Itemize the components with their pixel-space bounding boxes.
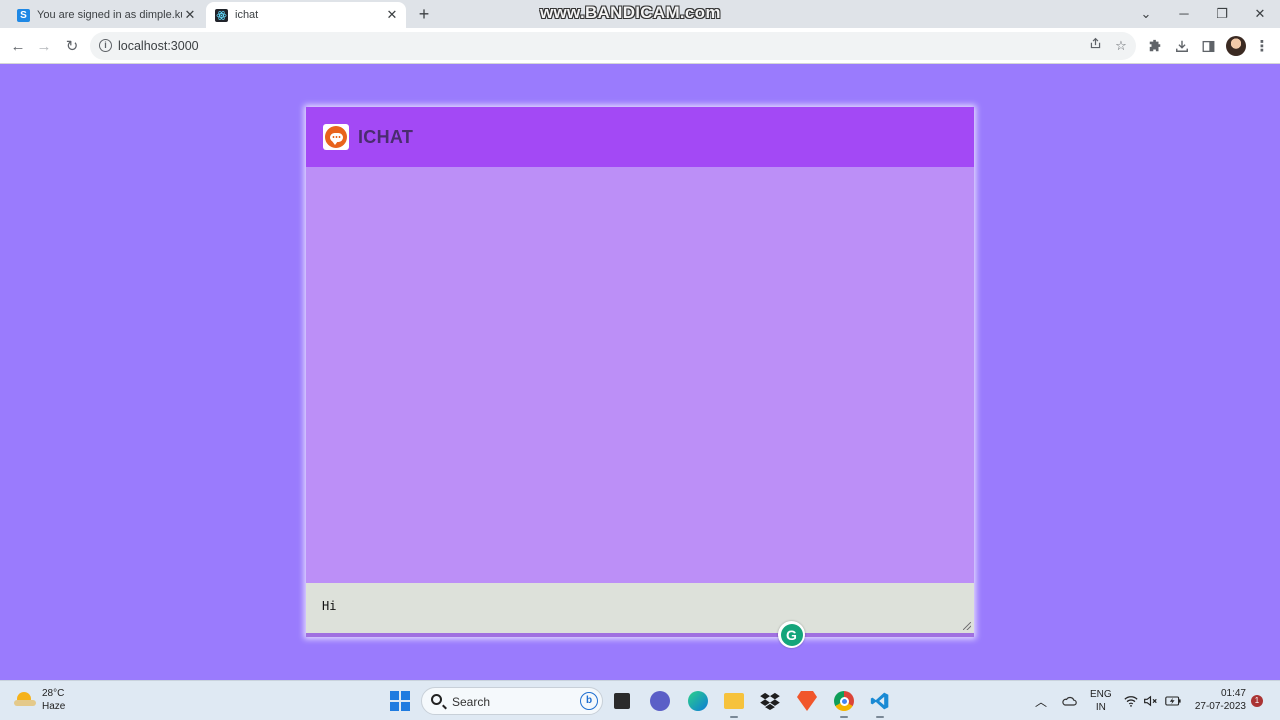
message-input-bar: Hi [306,583,974,633]
taskbar-app-brave[interactable] [795,689,819,713]
onedrive-tray[interactable] [1061,681,1077,720]
system-clock[interactable]: 01:47 27-07-2023 [1190,687,1246,713]
clock-time: 01:47 [1220,688,1246,699]
back-button[interactable]: ← [8,36,28,56]
react-icon [215,8,228,22]
weather-widget[interactable]: 28°C Haze [14,687,65,713]
clock-date: 27-07-2023 [1194,701,1246,712]
tray-overflow[interactable]: ︿ [1035,681,1047,720]
taskbar-app-files-dark[interactable] [610,689,634,713]
close-icon[interactable]: ✕ [182,7,198,23]
profile-avatar[interactable] [1226,36,1246,56]
speaker-muted-icon [1144,695,1157,707]
site-s-icon: S [17,8,30,22]
new-tab-button[interactable]: + [414,5,434,25]
bing-icon[interactable]: b [580,692,598,710]
weather-temp: 28°C [42,688,65,699]
extensions-icon[interactable] [1145,36,1165,56]
browser-toolbar: ← → ↻ i localhost:3000 ☆ ⋮ [0,28,1280,64]
battery-tray[interactable] [1165,681,1181,720]
menu-icon[interactable]: ⋮ [1252,36,1272,56]
taskbar: 28°C Haze Search b ︿ ENG IN 01:47 27-07-… [0,680,1280,720]
site-info-icon[interactable]: i [99,39,112,52]
bandicam-watermark: www.BANDICAM.com [540,3,721,22]
taskbar-search[interactable]: Search b [421,687,603,715]
sidepanel-icon[interactable] [1198,36,1218,56]
taskbar-app-chrome[interactable] [832,689,856,718]
taskbar-app-vscode[interactable] [868,689,892,718]
notification-badge[interactable]: 1 [1251,695,1263,707]
language-indicator[interactable]: ENG IN [1090,681,1112,720]
edge-icon [688,691,708,711]
volume-tray[interactable] [1143,681,1158,720]
download-icon[interactable] [1172,36,1192,56]
battery-charging-icon [1165,696,1181,706]
grammarly-icon: G [780,623,803,646]
chevron-up-icon: ︿ [1035,694,1048,709]
message-input[interactable]: Hi [306,583,974,633]
search-label: Search [452,695,491,709]
maximize-button[interactable]: ❐ [1212,4,1232,24]
app-title: ICHAT [358,126,414,147]
folder-icon [724,693,744,709]
forward-button[interactable]: → [34,36,54,56]
dropbox-icon [760,692,780,710]
taskbar-app-edge[interactable] [686,689,710,713]
tab-title: You are signed in as dimple.kuma [37,9,182,21]
meet-icon [650,691,670,711]
chat-logo-icon [323,124,349,150]
windows-icon [390,691,410,711]
cloud-icon [1062,696,1077,706]
taskbar-app-explorer[interactable] [722,689,746,718]
browser-tab-strip: S You are signed in as dimple.kuma ✕ ich… [0,0,1280,28]
share-icon[interactable] [1086,37,1104,55]
brave-icon [797,691,817,711]
network-tray[interactable] [1124,681,1138,720]
star-icon[interactable]: ☆ [1112,37,1130,55]
window-close-button[interactable]: ✕ [1250,4,1270,24]
lang-line1: ENG [1090,689,1112,700]
app-window-icon [614,693,630,709]
address-bar[interactable]: i localhost:3000 ☆ [90,32,1136,60]
message-area [306,167,974,583]
resize-handle-icon[interactable] [963,622,971,630]
tab-search-button[interactable]: ⌄ [1136,4,1156,24]
weather-condition: Haze [42,701,66,712]
weather-haze-icon [14,692,36,708]
taskbar-app-dropbox[interactable] [758,689,782,713]
vscode-icon [870,692,889,710]
tab-signed-in[interactable]: S You are signed in as dimple.kuma ✕ [8,2,204,28]
lang-line2: IN [1095,702,1106,713]
chat-bottom-border [306,633,974,637]
start-button[interactable] [388,689,412,713]
tab-ichat[interactable]: ichat ✕ [206,2,406,28]
reload-button[interactable]: ↻ [62,36,82,56]
grammarly-button[interactable]: G [778,621,805,648]
taskbar-app-meet[interactable] [648,689,672,713]
wifi-icon [1124,696,1138,707]
tab-title: ichat [235,9,259,21]
address-url[interactable]: localhost:3000 [118,39,199,53]
close-icon[interactable]: ✕ [384,7,400,23]
search-icon [431,694,442,705]
chat-header: ICHAT [306,107,974,167]
minimize-button[interactable]: ─ [1174,4,1194,24]
chrome-icon [834,691,854,711]
chat-window: ICHAT Hi [306,107,974,637]
